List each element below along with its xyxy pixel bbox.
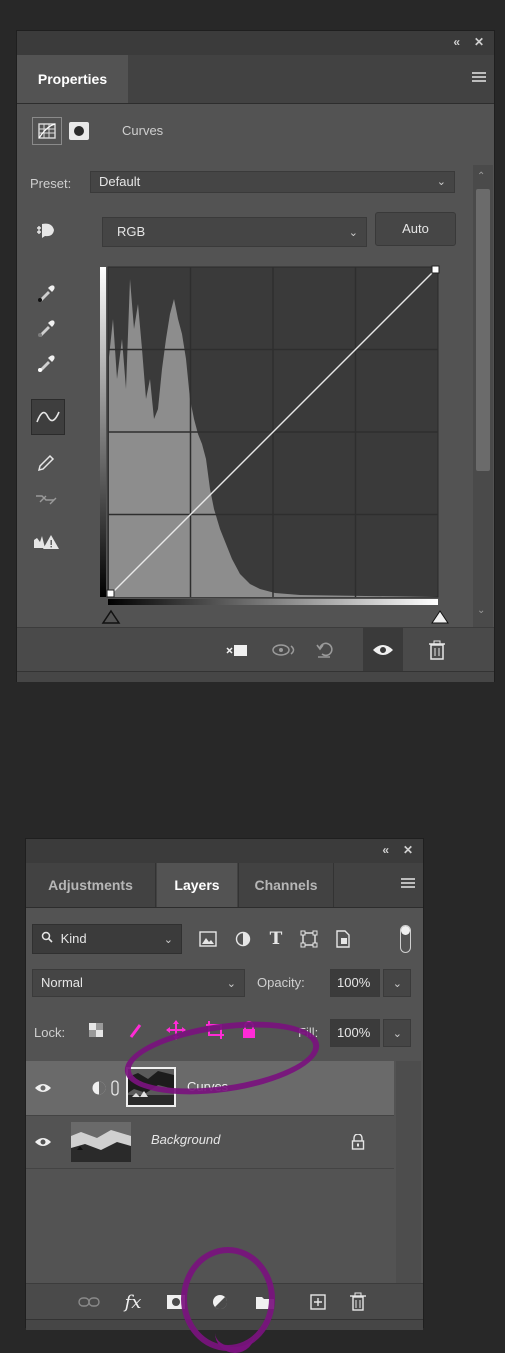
close-icon[interactable]: ✕	[474, 35, 484, 49]
layer-lock-icon[interactable]	[343, 1128, 373, 1156]
gray-point-eyedropper-icon[interactable]	[31, 314, 61, 342]
auto-button[interactable]: Auto	[375, 212, 456, 246]
filter-kind-value: Kind	[60, 931, 87, 946]
chevron-down-icon: ⌄	[163, 934, 173, 946]
white-input-slider[interactable]	[430, 609, 450, 628]
filter-toggle[interactable]	[400, 925, 411, 953]
adjustment-name: Curves	[122, 123, 164, 138]
shape-layer-filter-icon[interactable]	[294, 925, 324, 953]
opacity-label: Opacity:	[257, 975, 305, 990]
black-input-slider[interactable]	[101, 609, 121, 628]
smooth-icon[interactable]	[31, 485, 61, 513]
scroll-down-icon[interactable]: ⌄	[477, 605, 485, 616]
visibility-icon[interactable]	[363, 628, 403, 672]
mask-link-icon[interactable]	[108, 1074, 122, 1102]
preset-label: Preset:	[30, 176, 72, 191]
fill-dropdown-button[interactable]: ⌄	[383, 1019, 411, 1047]
layer-mask-icon[interactable]	[69, 122, 89, 140]
black-point-eyedropper-icon[interactable]	[31, 279, 61, 307]
collapse-icon[interactable]: «	[453, 35, 460, 49]
clip-to-layer-icon[interactable]	[222, 636, 252, 664]
chevron-down-icon: ⌄	[348, 227, 358, 239]
reset-icon[interactable]	[310, 636, 340, 664]
layers-scrollbar[interactable]	[396, 1061, 421, 1283]
curves-graph[interactable]	[100, 259, 445, 623]
tab-channels[interactable]: Channels	[238, 863, 334, 907]
pencil-icon[interactable]	[31, 449, 61, 477]
scroll-up-icon[interactable]: ⌃	[477, 171, 485, 182]
adjustment-layer-filter-icon[interactable]	[228, 925, 258, 953]
channel-dropdown[interactable]: RGB ⌄	[102, 217, 367, 247]
panel-menu-icon[interactable]	[472, 72, 486, 84]
layer-name-background[interactable]: Background	[151, 1132, 220, 1147]
channel-value: RGB	[117, 224, 146, 239]
smart-object-filter-icon[interactable]	[328, 925, 358, 953]
curve-points-icon[interactable]	[31, 399, 65, 435]
blend-mode-dropdown[interactable]: Normal ⌄	[32, 969, 245, 997]
properties-scrollbar[interactable]: ⌃ ⌄	[473, 165, 493, 631]
lock-label: Lock:	[34, 1025, 66, 1040]
search-icon	[41, 925, 53, 953]
preset-dropdown[interactable]: Default ⌄	[90, 171, 455, 193]
panel-menu-icon[interactable]	[401, 878, 415, 890]
opacity-dropdown-button[interactable]: ⌄	[383, 969, 411, 997]
opacity-field[interactable]: 100%	[330, 969, 380, 997]
on-image-adjust-icon[interactable]	[31, 217, 61, 245]
filter-kind-dropdown[interactable]: Kind ⌄	[32, 924, 182, 954]
layer-row-background[interactable]: Background	[26, 1116, 394, 1169]
opacity-value: 100%	[337, 975, 371, 990]
blend-mode-value: Normal	[41, 975, 83, 990]
chevron-down-icon: ⌄	[436, 176, 446, 188]
type-layer-filter-icon[interactable]: T	[261, 925, 291, 953]
chevron-down-icon: ⌄	[392, 978, 402, 990]
pixel-layer-filter-icon[interactable]	[193, 925, 223, 953]
properties-resize-handle[interactable]	[17, 671, 494, 682]
chevron-down-icon: ⌄	[392, 1028, 402, 1040]
tab-adjustments[interactable]: Adjustments	[26, 863, 156, 907]
adjustment-grid-icon[interactable]	[32, 117, 62, 145]
properties-title-strip: « ✕	[17, 31, 494, 55]
fill-value: 100%	[337, 1025, 371, 1040]
background-thumbnail[interactable]	[71, 1122, 131, 1162]
fill-field[interactable]: 100%	[330, 1019, 380, 1047]
tab-layers[interactable]: Layers	[157, 863, 237, 907]
visibility-eye-icon[interactable]	[28, 1074, 58, 1102]
properties-panel: « ✕ Properties Curves Preset: Default ⌄ …	[16, 30, 495, 682]
collapse-icon[interactable]: «	[382, 843, 389, 857]
preset-value: Default	[99, 174, 141, 189]
view-previous-icon[interactable]	[269, 636, 299, 664]
delete-icon[interactable]	[422, 636, 452, 664]
white-point-eyedropper-icon[interactable]	[31, 349, 61, 377]
layers-title-strip: « ✕	[26, 839, 423, 863]
scroll-thumb[interactable]	[476, 189, 490, 471]
new-layer-icon[interactable]	[303, 1288, 333, 1316]
layers-tab-bar: Adjustments Layers Channels	[26, 863, 423, 908]
link-layers-icon[interactable]	[74, 1288, 104, 1316]
properties-bottom-bar	[17, 627, 494, 672]
close-icon[interactable]: ✕	[403, 843, 413, 857]
properties-tab-bar: Properties	[17, 55, 494, 104]
clipping-warning-icon[interactable]	[31, 528, 61, 556]
fx-icon[interactable]: fx	[118, 1288, 148, 1316]
lock-transparent-pixels-icon[interactable]	[81, 1016, 111, 1044]
visibility-eye-icon[interactable]	[28, 1128, 58, 1156]
tab-properties[interactable]: Properties	[17, 55, 128, 103]
chevron-down-icon: ⌄	[226, 978, 236, 990]
delete-layer-icon[interactable]	[343, 1288, 373, 1316]
lock-image-pixels-icon[interactable]	[120, 1016, 150, 1044]
